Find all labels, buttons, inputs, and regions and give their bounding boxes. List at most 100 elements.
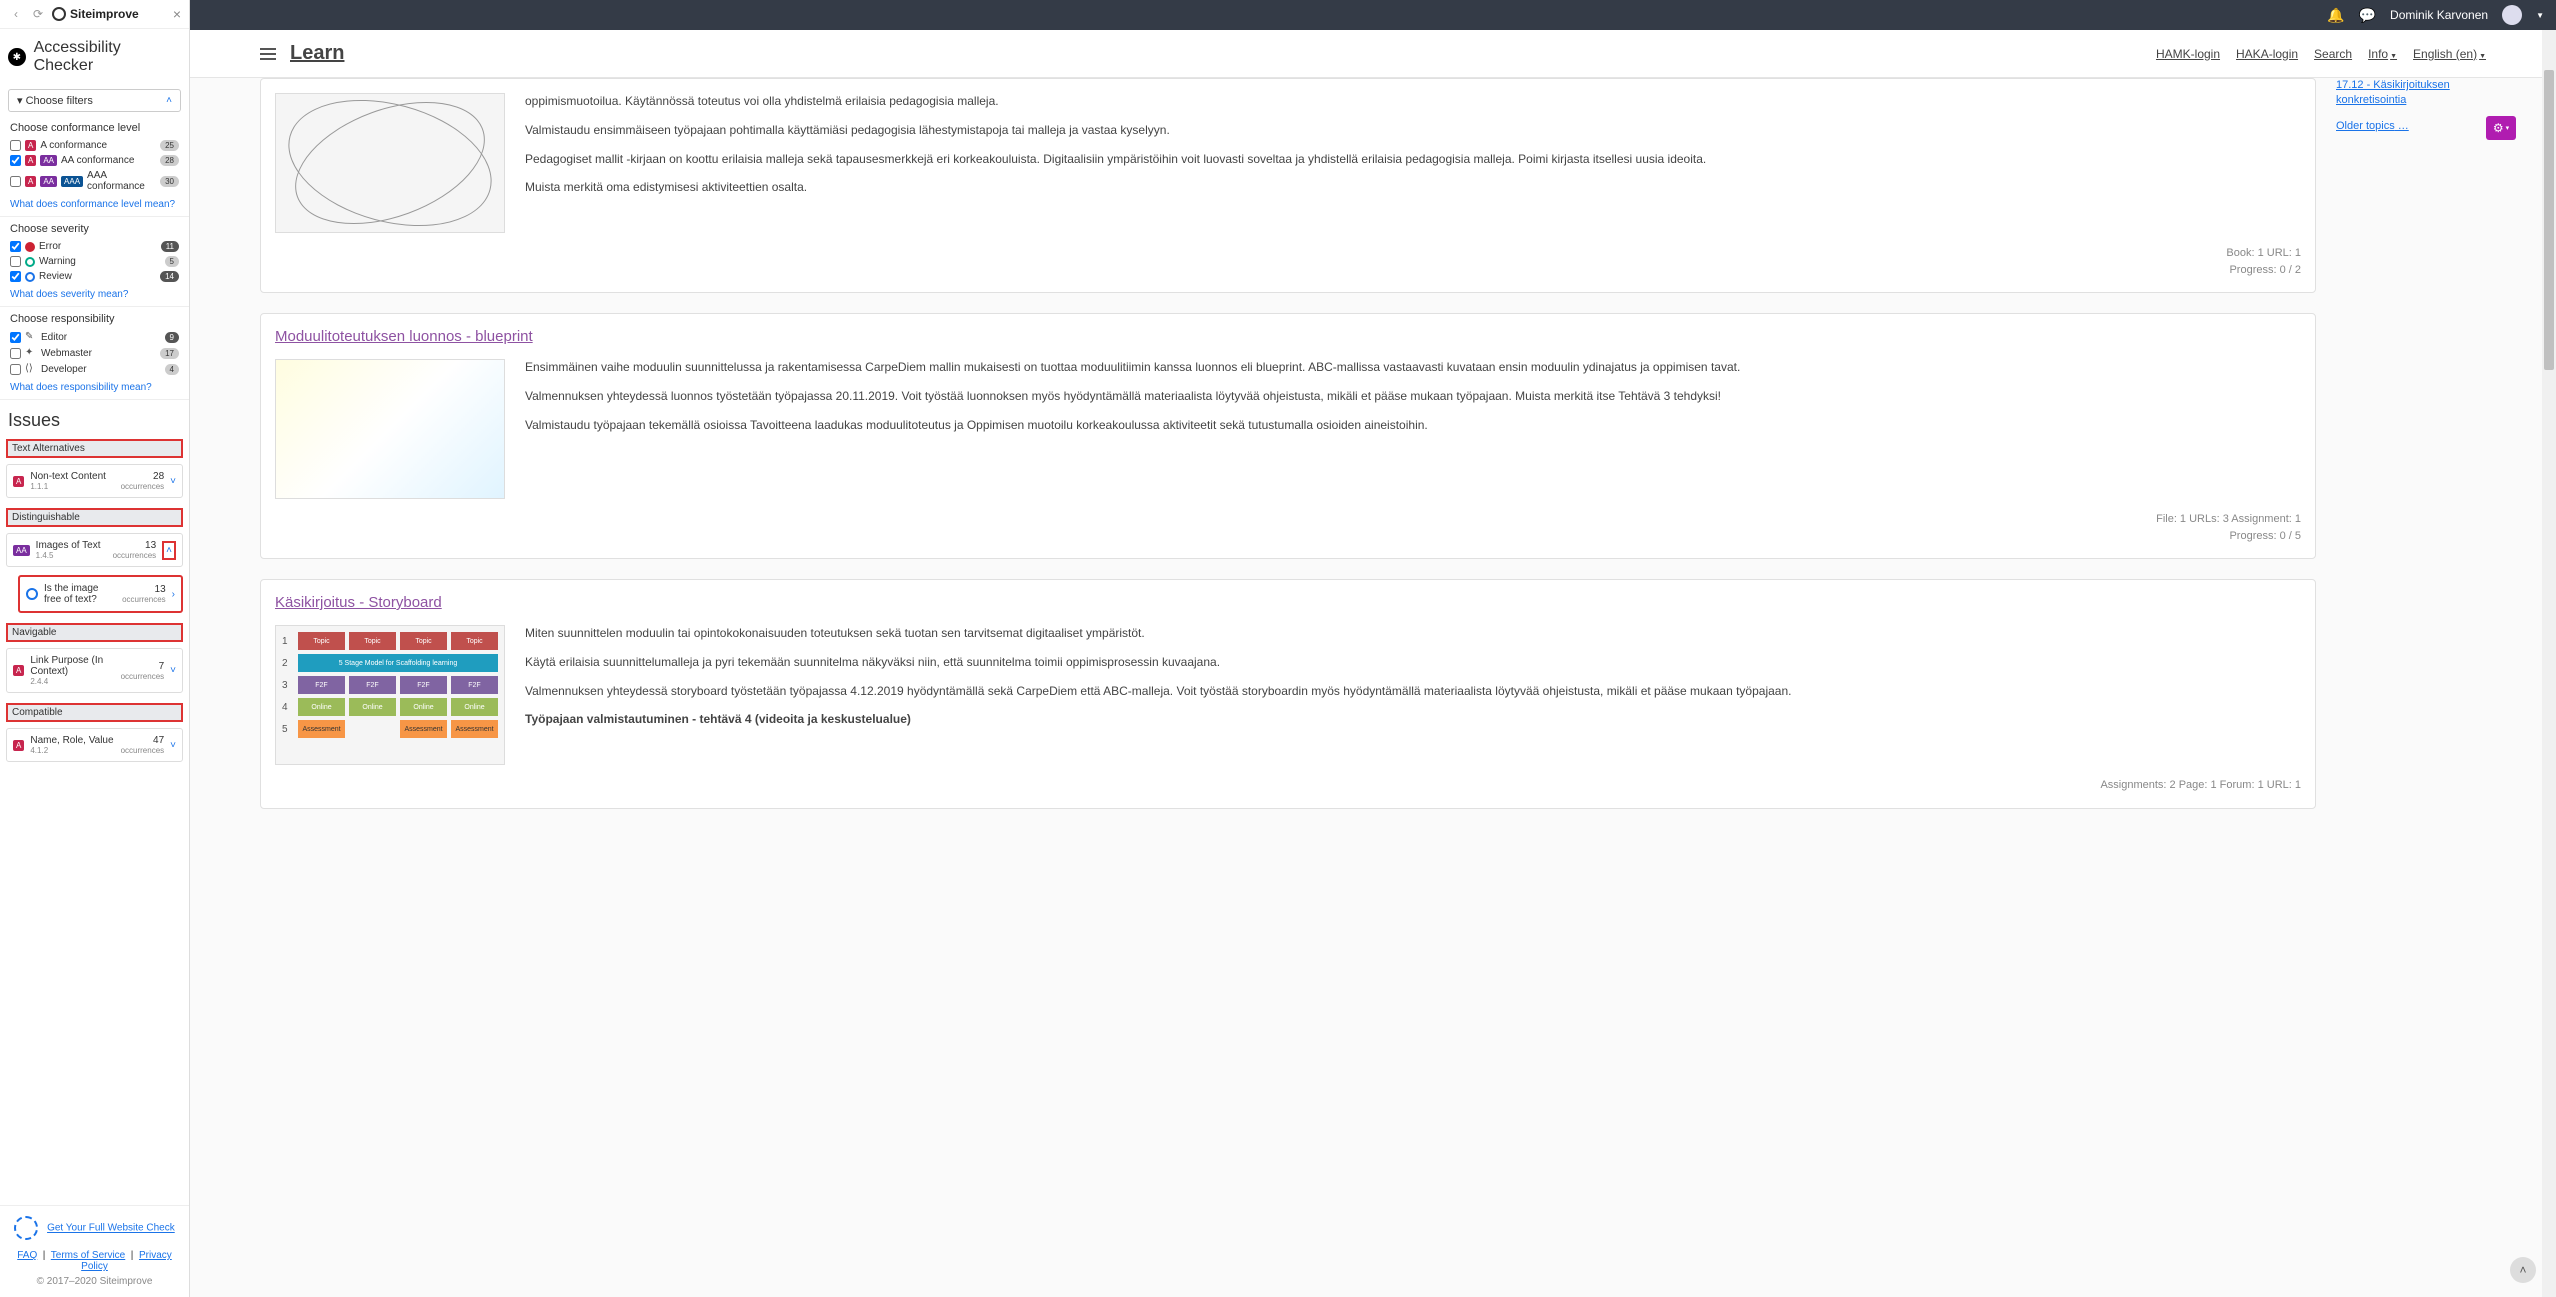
siteimprove-panel: ‹ ⟳ Siteimprove × ✱ Accessibility Checke…: [0, 0, 190, 1297]
side-widget: 17.12 - Käsikirjoituksen konkretisointia…: [2336, 78, 2486, 134]
severity-title: Choose severity: [10, 223, 179, 235]
chevron-down-icon: ˅: [170, 740, 176, 751]
older-topics-link[interactable]: Older topics …: [2336, 119, 2486, 134]
course-card-storyboard: Käsikirjoitus - Storyboard 1TopicTopicTo…: [260, 579, 2316, 809]
scrollbar[interactable]: [2542, 30, 2556, 1297]
lang-label: English (en): [2413, 47, 2477, 61]
resp-developer-label: Developer: [41, 364, 87, 375]
logo-icon: [52, 7, 66, 21]
category-text-alternatives: Text Alternatives: [6, 439, 183, 458]
refresh-icon[interactable]: ⟳: [30, 6, 46, 22]
resp-editor-checkbox[interactable]: [10, 332, 21, 343]
user-menu-caret-icon[interactable]: ▼: [2536, 11, 2544, 20]
resp-webmaster-count: 17: [160, 348, 179, 359]
hamburger-icon[interactable]: [260, 48, 276, 60]
issue-non-text-content[interactable]: A Non-text Content 1.1.1 28 occurrences …: [6, 464, 183, 498]
sev-warning-row[interactable]: Warning 5: [10, 256, 179, 267]
card3-title-link[interactable]: Käsikirjoitus - Storyboard: [275, 594, 442, 611]
sev-error-row[interactable]: Error 11: [10, 241, 179, 252]
user-name[interactable]: Dominik Karvonen: [2390, 8, 2488, 22]
conf-aa-row[interactable]: A AA AA conformance 28: [10, 155, 179, 166]
tos-link[interactable]: Terms of Service: [51, 1250, 125, 1261]
scrollbar-thumb[interactable]: [2544, 70, 2554, 370]
topic-line1: 17.12 - Käsikirjoituksen: [2336, 79, 2450, 91]
progress-ring-icon: [14, 1216, 38, 1240]
issue-image-free-of-text[interactable]: Is the image free of text? 13 occurrence…: [18, 575, 183, 613]
conf-aaa-row[interactable]: A AA AAA AAA conformance 30: [10, 170, 179, 192]
chevron-up-icon: ˄: [166, 95, 172, 106]
issue-name-role-value[interactable]: A Name, Role, Value 4.1.2 47 occurrences…: [6, 728, 183, 762]
copyright-text: © 2017–2020 Siteimprove: [6, 1276, 183, 1287]
badge-a-icon: A: [25, 155, 36, 166]
occurrences-label: occurrences: [113, 551, 157, 560]
responsibility-help-link[interactable]: What does responsibility mean?: [10, 382, 152, 393]
card2-title-link[interactable]: Moduulitoteutuksen luonnos - blueprint: [275, 328, 533, 345]
resp-developer-row[interactable]: ⟨⟩ Developer 4: [10, 363, 179, 375]
choose-filters-toggle[interactable]: ▾ Choose filters ˄: [8, 89, 181, 112]
resp-webmaster-checkbox[interactable]: [10, 348, 21, 359]
close-icon[interactable]: ×: [173, 6, 181, 22]
card2-meta2: Progress: 0 / 5: [275, 528, 2301, 545]
info-link[interactable]: Info▼: [2368, 47, 2397, 61]
card2-p3: Valmistaudu työpajaan tekemällä osioissa…: [525, 417, 1740, 434]
issue-link-purpose[interactable]: A Link Purpose (In Context) 2.4.4 7 occu…: [6, 648, 183, 693]
conf-a-label: A conformance: [40, 140, 107, 151]
resp-developer-checkbox[interactable]: [10, 364, 21, 375]
sev-warning-checkbox[interactable]: [10, 256, 21, 267]
conf-aaa-checkbox[interactable]: [10, 176, 21, 187]
badge-aa-icon: AA: [13, 545, 30, 556]
conformance-help-link[interactable]: What does conformance level mean?: [10, 199, 175, 210]
language-link[interactable]: English (en)▼: [2413, 47, 2486, 61]
conf-aa-checkbox[interactable]: [10, 155, 21, 166]
learn-link[interactable]: Learn: [290, 42, 344, 65]
sev-review-checkbox[interactable]: [10, 271, 21, 282]
card3-meta: Assignments: 2 Page: 1 Forum: 1 URL: 1: [275, 777, 2301, 794]
scroll-to-top-button[interactable]: ˄: [2510, 1257, 2536, 1283]
badge-a-icon: A: [25, 140, 36, 151]
full-check-link[interactable]: Get Your Full Website Check: [47, 1223, 175, 1234]
conformance-section: Choose conformance level A A conformance…: [0, 116, 189, 217]
conf-aa-count: 28: [160, 155, 179, 166]
card1-p3: Pedagogiset mallit -kirjaan on koottu er…: [525, 151, 1706, 168]
topic-link[interactable]: 17.12 - Käsikirjoituksen konkretisointia: [2336, 78, 2486, 109]
issue-count-block: 13 occurrences: [122, 584, 166, 604]
severity-section: Choose severity Error 11 Warning 5 Revie…: [0, 217, 189, 307]
editor-icon: ✎: [25, 331, 37, 343]
severity-help-link[interactable]: What does severity mean?: [10, 289, 128, 300]
content-scroll[interactable]: 17.12 - Käsikirjoituksen konkretisointia…: [190, 78, 2556, 1297]
issue-ref: 1.4.5: [36, 551, 107, 560]
sev-review-row[interactable]: Review 14: [10, 271, 179, 282]
faq-link[interactable]: FAQ: [17, 1250, 37, 1261]
issue-title: Images of Text: [36, 540, 101, 551]
gear-button[interactable]: ⚙▾: [2486, 116, 2516, 140]
category-compatible: Compatible: [6, 703, 183, 722]
issue-title: Link Purpose (In Context): [30, 655, 103, 677]
issue-ref: 1.1.1: [30, 482, 114, 491]
caret-down-icon: ▾: [2506, 124, 2510, 132]
review-icon: [26, 588, 38, 600]
issue-images-of-text[interactable]: AA Images of Text 1.4.5 13 occurrences ˄: [6, 533, 183, 567]
conf-a-checkbox[interactable]: [10, 140, 21, 151]
search-link[interactable]: Search: [2314, 47, 2352, 61]
resp-editor-row[interactable]: ✎ Editor 9: [10, 331, 179, 343]
back-icon[interactable]: ‹: [8, 6, 24, 22]
occurrences-label: occurrences: [121, 482, 165, 491]
card1-meta: Book: 1 URL: 1 Progress: 0 / 2: [275, 245, 2301, 278]
chat-icon[interactable]: 💬: [2359, 7, 2376, 24]
hamk-login-link[interactable]: HAMK-login: [2156, 47, 2220, 61]
sev-review-count: 14: [160, 271, 179, 282]
issue-name: Non-text Content 1.1.1: [30, 471, 114, 491]
avatar[interactable]: [2502, 5, 2522, 25]
badge-a-icon: A: [13, 476, 24, 487]
chevron-right-icon: ›: [172, 589, 175, 600]
haka-login-link[interactable]: HAKA-login: [2236, 47, 2298, 61]
bell-icon[interactable]: 🔔: [2327, 7, 2344, 24]
sev-error-checkbox[interactable]: [10, 241, 21, 252]
issue-count-block: 7 occurrences: [121, 661, 165, 681]
category-navigable: Navigable: [6, 623, 183, 642]
brand-text: Siteimprove: [70, 7, 139, 21]
resp-webmaster-row[interactable]: ✦ Webmaster 17: [10, 347, 179, 359]
panel-header: ‹ ⟳ Siteimprove ×: [0, 0, 189, 29]
card-image-mindmap: [275, 359, 505, 499]
conf-a-row[interactable]: A A conformance 25: [10, 140, 179, 151]
